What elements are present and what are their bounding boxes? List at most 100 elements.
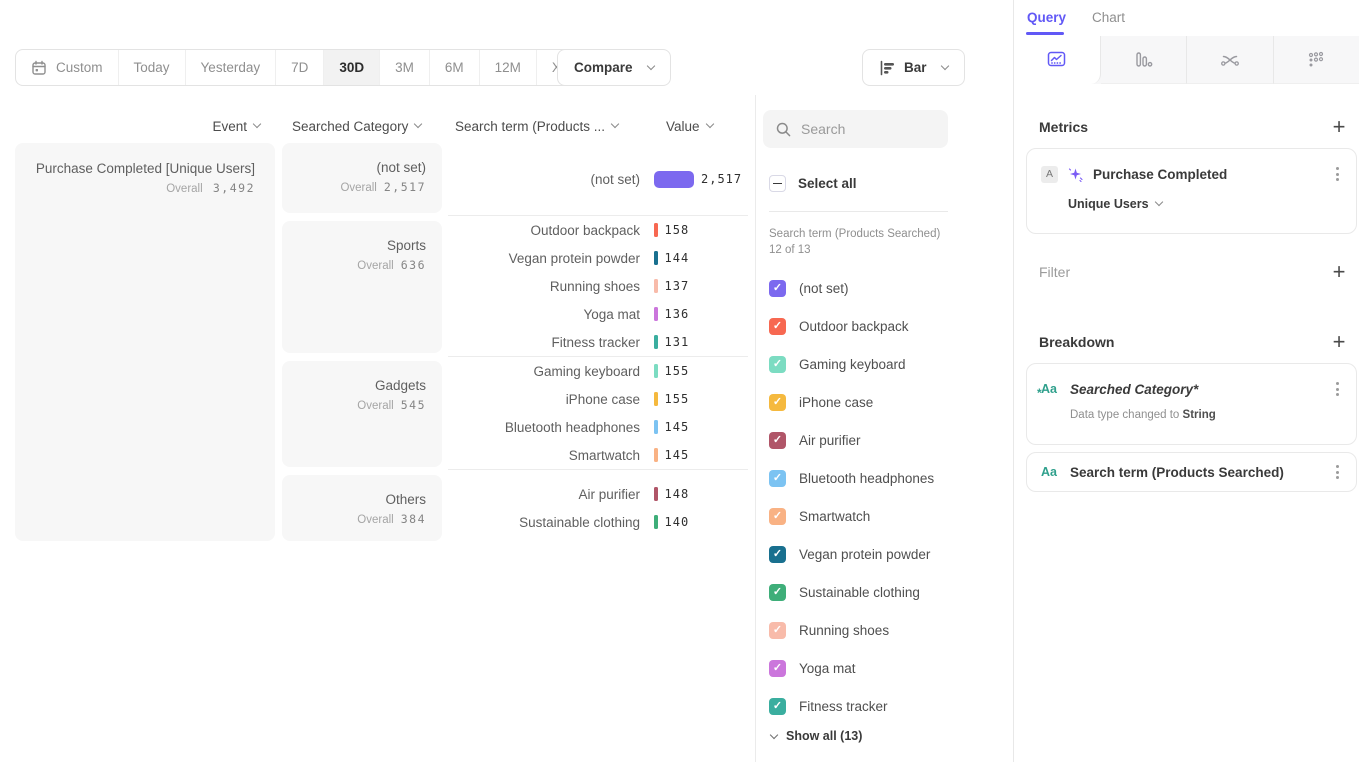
event-column-header[interactable]: Event [130,117,260,135]
legend-item[interactable]: ✓Running shoes [769,611,934,649]
show-all-button[interactable]: Show all (13) [771,729,862,743]
overall-label: Overall [357,400,393,412]
kebab-menu-icon[interactable] [1333,164,1342,184]
breakdown-card[interactable]: Aa Search term (Products Searched) [1026,452,1357,492]
search-term-column: (not set)2,517Outdoor backpack158Vegan p… [448,143,748,536]
series-checkbox[interactable]: ✓ [769,318,786,335]
value-bar[interactable] [654,307,658,321]
legend-item[interactable]: ✓Outdoor backpack [769,307,934,345]
legend-item[interactable]: ✓Fitness tracker [769,687,934,725]
chevron-down-icon [414,120,422,128]
insights-tab[interactable] [1014,36,1101,84]
category-cell[interactable]: GadgetsOverall545 [282,361,442,467]
event-cell[interactable]: Purchase Completed [Unique Users] Overal… [15,143,275,541]
value-bar[interactable] [654,223,658,237]
kebab-menu-icon[interactable] [1333,379,1342,399]
series-checkbox[interactable]: ✓ [769,508,786,525]
date-range-label: 3M [395,60,414,75]
date-range-30d[interactable]: 30D [324,50,380,85]
add-filter-button[interactable]: + [1328,262,1350,282]
series-checkbox[interactable]: ✓ [769,546,786,563]
category-name: Gadgets [282,378,426,393]
legend-item[interactable]: ✓Gaming keyboard [769,345,934,383]
tab-query[interactable]: Query [1027,10,1066,25]
compare-button[interactable]: Compare [557,49,671,86]
value-bar[interactable] [654,171,694,188]
date-range-7d[interactable]: 7D [276,50,324,85]
date-range-custom[interactable]: Custom [16,50,119,85]
series-checkbox[interactable]: ✓ [769,622,786,639]
search-term-column-header[interactable]: Search term (Products ... [455,117,618,135]
series-checkbox[interactable]: ✓ [769,660,786,677]
legend-item[interactable]: ✓Smartwatch [769,497,934,535]
add-breakdown-button[interactable]: + [1328,332,1350,352]
value-bar[interactable] [654,448,658,462]
check-icon: ✓ [773,625,782,636]
chevron-down-icon [770,731,778,739]
category-cell[interactable]: SportsOverall636 [282,221,442,353]
legend-item[interactable]: ✓(not set) [769,269,934,307]
metric-event-name: Purchase Completed [1093,167,1323,182]
date-range-12m[interactable]: 12M [480,50,537,85]
legend-item[interactable]: ✓Vegan protein powder [769,535,934,573]
measure-selector[interactable]: Unique Users [1068,197,1162,211]
legend-item[interactable]: ✓Bluetooth headphones [769,459,934,497]
value-bar[interactable] [654,251,658,265]
funnels-tab[interactable] [1101,36,1188,84]
chart-type-button[interactable]: Bar [862,49,965,86]
check-icon: ✓ [773,435,782,446]
term-label: Running shoes [448,279,640,294]
search-input[interactable]: Search [763,110,948,148]
value-column-header[interactable]: Value [666,117,713,135]
add-metric-button[interactable]: + [1328,117,1350,137]
term-group: Gaming keyboard155iPhone case155Bluetoot… [448,357,748,469]
term-label: Gaming keyboard [448,364,640,379]
tab-chart[interactable]: Chart [1092,10,1125,25]
check-icon: ✓ [773,283,782,294]
legend-item[interactable]: ✓Yoga mat [769,649,934,687]
series-checkbox[interactable]: ✓ [769,698,786,715]
series-checkbox[interactable]: ✓ [769,356,786,373]
value-bar[interactable] [654,279,658,293]
breakdown-section-title: Breakdown [1039,334,1114,350]
value-bar[interactable] [654,420,658,434]
chevron-down-icon [705,120,713,128]
series-checkbox[interactable]: ✓ [769,432,786,449]
value-bar[interactable] [654,364,658,378]
kebab-menu-icon[interactable] [1333,462,1342,482]
legend-item[interactable]: ✓Air purifier [769,421,934,459]
breakdown-card[interactable]: *Aa Searched Category* Data type changed… [1026,363,1357,445]
value-bar[interactable] [654,335,658,349]
chevron-down-icon [611,120,619,128]
metric-card[interactable]: A Purchase Completed Unique Users [1026,148,1357,234]
select-all-checkbox[interactable] [769,175,786,192]
series-checkbox[interactable]: ✓ [769,280,786,297]
date-range-today[interactable]: Today [119,50,186,85]
value-bar[interactable] [654,515,658,529]
term-label: iPhone case [448,392,640,407]
flows-tab[interactable] [1187,36,1274,84]
category-cell[interactable]: (not set)Overall2,517 [282,143,442,213]
category-column-header[interactable]: Searched Category [292,117,421,135]
legend-item[interactable]: ✓Sustainable clothing [769,573,934,611]
date-range-yesterday[interactable]: Yesterday [186,50,277,85]
date-range-3m[interactable]: 3M [380,50,430,85]
retention-tab[interactable] [1274,36,1359,84]
date-range-label: Yesterday [201,60,261,75]
term-row: Vegan protein powder144 [448,244,748,272]
series-checkbox[interactable]: ✓ [769,584,786,601]
select-all-toggle[interactable]: Select all [769,175,857,192]
date-range-label: 30D [339,60,364,75]
string-property-icon: *Aa [1041,382,1060,396]
value-bar[interactable] [654,487,658,501]
check-icon: ✓ [773,663,782,674]
series-checkbox[interactable]: ✓ [769,470,786,487]
category-cell[interactable]: OthersOverall384 [282,475,442,541]
report-type-tabs [1014,36,1359,84]
legend-item[interactable]: ✓iPhone case [769,383,934,421]
term-row: Smartwatch145 [448,441,748,469]
series-checkbox[interactable]: ✓ [769,394,786,411]
date-range-6m[interactable]: 6M [430,50,480,85]
value-bar[interactable] [654,392,658,406]
category-name: Others [282,492,426,507]
